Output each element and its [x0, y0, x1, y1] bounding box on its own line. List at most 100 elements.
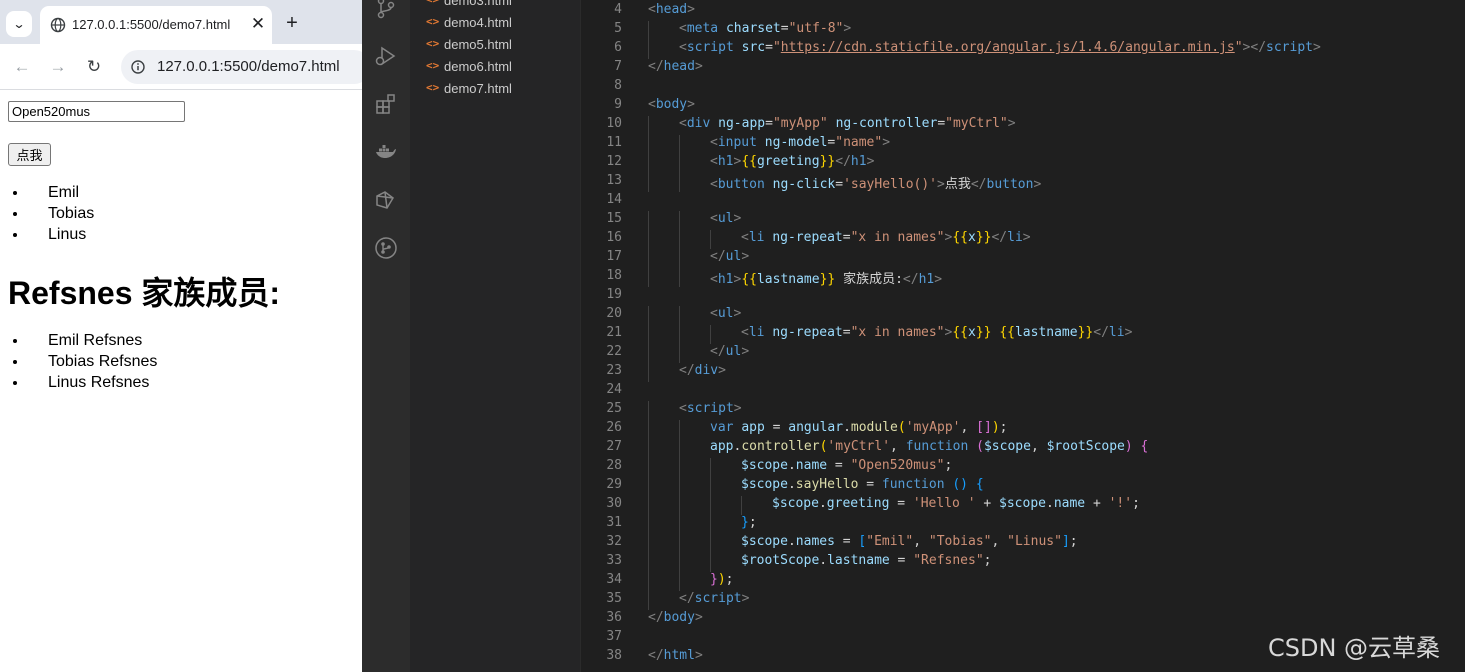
watermark: CSDN @云草桑: [1268, 634, 1441, 662]
source-control-icon[interactable]: [374, 0, 398, 20]
code-token: <: [710, 211, 718, 226]
remote-explorer-icon[interactable]: [374, 188, 398, 212]
tab-strip: ⌄ 127.0.0.1:5500/demo7.html ✕ +: [0, 0, 362, 44]
code-token: $scope: [999, 496, 1046, 511]
code-line[interactable]: 31};: [581, 515, 1465, 534]
code-line[interactable]: 20 <ul>: [581, 306, 1465, 325]
site-info-icon[interactable]: [131, 60, 145, 74]
code-line[interactable]: 7 </head>: [581, 59, 1465, 78]
code-line[interactable]: 8: [581, 78, 1465, 97]
code-line[interactable]: 26 var app = angular.module('myApp', []);: [581, 420, 1465, 439]
file-item-demo3[interactable]: <> demo3.html: [410, 0, 580, 12]
code-token: }}: [819, 154, 836, 169]
code-token: controller: [741, 439, 820, 454]
list-item: Emil Refsnes: [28, 330, 157, 351]
code-token: <: [710, 135, 718, 150]
code-line[interactable]: 36 </body>: [581, 610, 1465, 629]
code-token: li: [748, 325, 765, 340]
address-bar[interactable]: 127.0.0.1:5500/demo7.html: [121, 50, 362, 84]
activity-bar: [362, 0, 410, 672]
code-token: (: [976, 439, 984, 454]
code-token: ,: [991, 534, 1008, 549]
line-number: 19: [606, 287, 622, 302]
code-line[interactable]: 16 <li ng-repeat="x in names">{{x}}</li>: [581, 230, 1465, 249]
reload-icon[interactable]: ↻: [84, 57, 104, 77]
code-line[interactable]: 22 </ul>: [581, 344, 1465, 363]
code-line[interactable]: 30 $scope.greeting = 'Hello ' + $scope.na…: [581, 496, 1465, 515]
code-token: >: [741, 591, 750, 606]
line-number: 26: [606, 420, 622, 435]
code-line[interactable]: 6 <script src="https://cdn.staticfile.org…: [581, 40, 1465, 59]
code-line[interactable]: 13 <button ng-click='sayHello()'>点我</butt…: [581, 173, 1465, 192]
code-token: =: [835, 177, 844, 192]
code-token: x: [968, 325, 976, 340]
code-token: ,: [960, 420, 977, 435]
code-line[interactable]: 34});: [581, 572, 1465, 591]
code-token: script: [686, 40, 734, 55]
new-tab-button[interactable]: +: [280, 12, 304, 36]
line-number: 15: [606, 211, 622, 226]
indent-guide: [710, 553, 711, 572]
name-input[interactable]: [8, 101, 185, 122]
code-line[interactable]: 4 <head>: [581, 2, 1465, 21]
file-item-demo4[interactable]: <> demo4.html: [410, 12, 580, 34]
code-line[interactable]: 9 <body>: [581, 97, 1465, 116]
file-name: demo4.html: [444, 15, 512, 30]
back-icon[interactable]: ←: [12, 57, 32, 77]
file-item-demo6[interactable]: <> demo6.html: [410, 56, 580, 78]
code-line[interactable]: 32 $scope.names = ["Emil", "Tobias", "Lin…: [581, 534, 1465, 553]
code-token: +: [1085, 496, 1109, 511]
code-line[interactable]: 25 <script>: [581, 401, 1465, 420]
code-token: ": [1234, 40, 1243, 55]
gitlens-icon[interactable]: [374, 236, 398, 260]
code-token: ng-controller: [835, 116, 938, 131]
code-editor[interactable]: 4 <head> 5 <meta charset="utf-8"> 6 <script s…: [581, 0, 1465, 672]
code-token: <: [679, 401, 687, 416]
code-token: h1: [717, 272, 734, 287]
forward-icon[interactable]: →: [48, 57, 68, 77]
tab-search-button[interactable]: ⌄: [6, 11, 32, 37]
extensions-icon[interactable]: [374, 92, 398, 116]
code-line[interactable]: 5 <meta charset="utf-8">: [581, 21, 1465, 40]
code-line[interactable]: 19: [581, 287, 1465, 306]
code-line[interactable]: 27 app.controller('myCtrl', function ($sc…: [581, 439, 1465, 458]
url-text[interactable]: 127.0.0.1:5500/demo7.html: [157, 58, 340, 75]
browser-tab[interactable]: 127.0.0.1:5500/demo7.html ✕: [40, 6, 272, 44]
close-icon[interactable]: ✕: [248, 14, 268, 34]
code-line[interactable]: 29 $scope.sayHello = function () {: [581, 477, 1465, 496]
indent-guide: [679, 211, 680, 230]
code-token: "Linus": [1007, 534, 1062, 549]
docker-icon[interactable]: [374, 140, 398, 164]
file-item-demo5[interactable]: <> demo5.html: [410, 34, 580, 56]
code-token: button: [717, 177, 765, 192]
code-line[interactable]: 11 <input ng-model="name">: [581, 135, 1465, 154]
code-line[interactable]: 35 </script>: [581, 591, 1465, 610]
code-line[interactable]: 18 <h1>{{lastname}} 家族成员:</h1>: [581, 268, 1465, 287]
code-token: ul: [725, 344, 742, 359]
code-line[interactable]: 14: [581, 192, 1465, 211]
file-item-demo7[interactable]: <> demo7.html: [410, 78, 580, 100]
code-token: }}: [819, 272, 836, 287]
code-line[interactable]: 12 <h1>{{greeting}}</h1>: [581, 154, 1465, 173]
code-line[interactable]: 24: [581, 382, 1465, 401]
code-token: .: [787, 477, 796, 492]
code-token: li: [1007, 230, 1023, 245]
family-heading: Refsnes 家族成员:: [8, 275, 281, 311]
line-number: 16: [606, 230, 622, 245]
code-text: </html>: [648, 648, 703, 663]
say-hello-button[interactable]: 点我: [8, 143, 51, 166]
code-text: $scope.greeting = 'Hello ' + $scope.name…: [772, 496, 1140, 511]
code-text: $scope.names = ["Emil", "Tobias", "Linus…: [741, 534, 1078, 549]
code-line[interactable]: 23 </div>: [581, 363, 1465, 382]
code-line[interactable]: 21 <li ng-repeat="x in names">{{x}} {{las…: [581, 325, 1465, 344]
run-debug-icon[interactable]: [374, 44, 398, 68]
code-line[interactable]: 15 <ul>: [581, 211, 1465, 230]
line-number: 9: [614, 97, 622, 112]
code-line[interactable]: 10 <div ng-app="myApp" ng-controller="myC…: [581, 116, 1465, 135]
code-line[interactable]: 17 </ul>: [581, 249, 1465, 268]
code-line[interactable]: 28 $scope.name = "Open520mus";: [581, 458, 1465, 477]
code-token: script: [694, 591, 742, 606]
code-line[interactable]: 33 $rootScope.lastname = "Refsnes";: [581, 553, 1465, 572]
code-token: 'Hello ': [912, 496, 976, 511]
indent-guide: [648, 211, 649, 230]
